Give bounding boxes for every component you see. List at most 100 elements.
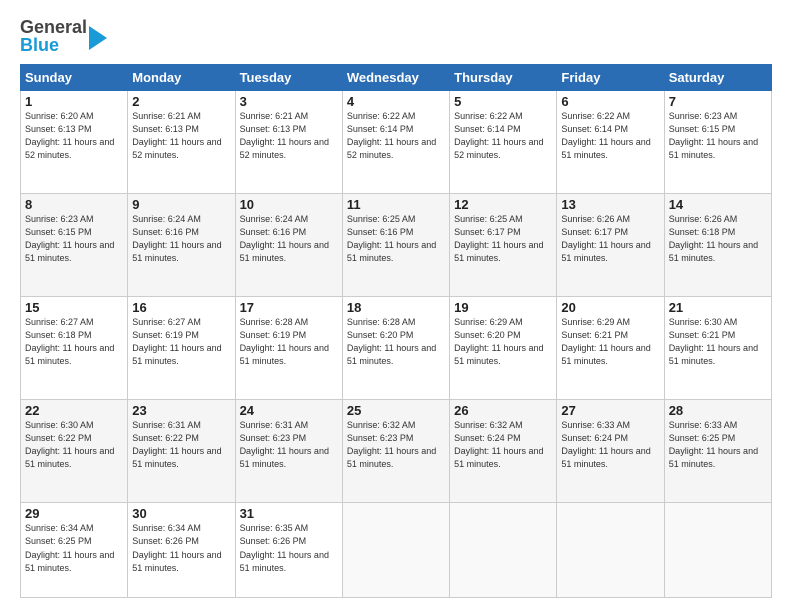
day-number: 9 (132, 197, 230, 212)
calendar-day-cell: 28Sunrise: 6:33 AM Sunset: 6:25 PM Dayli… (664, 400, 771, 503)
calendar-day-cell: 4Sunrise: 6:22 AM Sunset: 6:14 PM Daylig… (342, 91, 449, 194)
day-info: Sunrise: 6:34 AM Sunset: 6:25 PM Dayligh… (25, 522, 123, 574)
calendar-day-cell: 20Sunrise: 6:29 AM Sunset: 6:21 PM Dayli… (557, 297, 664, 400)
calendar-week-row: 29Sunrise: 6:34 AM Sunset: 6:25 PM Dayli… (21, 503, 772, 598)
day-info: Sunrise: 6:25 AM Sunset: 6:16 PM Dayligh… (347, 213, 445, 265)
day-info: Sunrise: 6:28 AM Sunset: 6:20 PM Dayligh… (347, 316, 445, 368)
calendar-day-cell: 29Sunrise: 6:34 AM Sunset: 6:25 PM Dayli… (21, 503, 128, 598)
logo-general-text: General (20, 18, 87, 36)
day-info: Sunrise: 6:22 AM Sunset: 6:14 PM Dayligh… (561, 110, 659, 162)
day-info: Sunrise: 6:25 AM Sunset: 6:17 PM Dayligh… (454, 213, 552, 265)
calendar-week-row: 22Sunrise: 6:30 AM Sunset: 6:22 PM Dayli… (21, 400, 772, 503)
day-number: 31 (240, 506, 338, 521)
day-number: 15 (25, 300, 123, 315)
calendar-day-cell (557, 503, 664, 598)
calendar-header-thursday: Thursday (450, 65, 557, 91)
day-number: 1 (25, 94, 123, 109)
day-info: Sunrise: 6:20 AM Sunset: 6:13 PM Dayligh… (25, 110, 123, 162)
day-info: Sunrise: 6:24 AM Sunset: 6:16 PM Dayligh… (240, 213, 338, 265)
day-number: 19 (454, 300, 552, 315)
calendar-day-cell: 6Sunrise: 6:22 AM Sunset: 6:14 PM Daylig… (557, 91, 664, 194)
calendar-day-cell: 14Sunrise: 6:26 AM Sunset: 6:18 PM Dayli… (664, 194, 771, 297)
day-number: 23 (132, 403, 230, 418)
calendar-day-cell (342, 503, 449, 598)
calendar-week-row: 1Sunrise: 6:20 AM Sunset: 6:13 PM Daylig… (21, 91, 772, 194)
day-info: Sunrise: 6:29 AM Sunset: 6:20 PM Dayligh… (454, 316, 552, 368)
day-number: 2 (132, 94, 230, 109)
calendar-day-cell: 31Sunrise: 6:35 AM Sunset: 6:26 PM Dayli… (235, 503, 342, 598)
logo: General Blue (20, 18, 107, 54)
day-number: 11 (347, 197, 445, 212)
calendar-day-cell: 11Sunrise: 6:25 AM Sunset: 6:16 PM Dayli… (342, 194, 449, 297)
day-info: Sunrise: 6:30 AM Sunset: 6:22 PM Dayligh… (25, 419, 123, 471)
day-info: Sunrise: 6:31 AM Sunset: 6:22 PM Dayligh… (132, 419, 230, 471)
calendar-header-wednesday: Wednesday (342, 65, 449, 91)
day-number: 30 (132, 506, 230, 521)
day-number: 20 (561, 300, 659, 315)
calendar-day-cell: 26Sunrise: 6:32 AM Sunset: 6:24 PM Dayli… (450, 400, 557, 503)
day-number: 10 (240, 197, 338, 212)
calendar-header-friday: Friday (557, 65, 664, 91)
day-number: 13 (561, 197, 659, 212)
calendar-day-cell: 10Sunrise: 6:24 AM Sunset: 6:16 PM Dayli… (235, 194, 342, 297)
calendar-body: 1Sunrise: 6:20 AM Sunset: 6:13 PM Daylig… (21, 91, 772, 598)
calendar-header-monday: Monday (128, 65, 235, 91)
day-number: 28 (669, 403, 767, 418)
day-info: Sunrise: 6:32 AM Sunset: 6:24 PM Dayligh… (454, 419, 552, 471)
day-info: Sunrise: 6:29 AM Sunset: 6:21 PM Dayligh… (561, 316, 659, 368)
calendar-day-cell: 15Sunrise: 6:27 AM Sunset: 6:18 PM Dayli… (21, 297, 128, 400)
calendar-day-cell: 18Sunrise: 6:28 AM Sunset: 6:20 PM Dayli… (342, 297, 449, 400)
calendar-day-cell: 3Sunrise: 6:21 AM Sunset: 6:13 PM Daylig… (235, 91, 342, 194)
calendar-day-cell: 22Sunrise: 6:30 AM Sunset: 6:22 PM Dayli… (21, 400, 128, 503)
day-info: Sunrise: 6:35 AM Sunset: 6:26 PM Dayligh… (240, 522, 338, 574)
day-number: 12 (454, 197, 552, 212)
day-number: 27 (561, 403, 659, 418)
day-info: Sunrise: 6:23 AM Sunset: 6:15 PM Dayligh… (669, 110, 767, 162)
day-info: Sunrise: 6:27 AM Sunset: 6:18 PM Dayligh… (25, 316, 123, 368)
day-number: 8 (25, 197, 123, 212)
calendar-table: SundayMondayTuesdayWednesdayThursdayFrid… (20, 64, 772, 598)
header: General Blue (20, 18, 772, 54)
day-number: 5 (454, 94, 552, 109)
day-number: 7 (669, 94, 767, 109)
day-number: 6 (561, 94, 659, 109)
calendar-day-cell: 9Sunrise: 6:24 AM Sunset: 6:16 PM Daylig… (128, 194, 235, 297)
day-info: Sunrise: 6:33 AM Sunset: 6:25 PM Dayligh… (669, 419, 767, 471)
calendar-header-row: SundayMondayTuesdayWednesdayThursdayFrid… (21, 65, 772, 91)
calendar-day-cell: 23Sunrise: 6:31 AM Sunset: 6:22 PM Dayli… (128, 400, 235, 503)
day-number: 18 (347, 300, 445, 315)
calendar-day-cell: 17Sunrise: 6:28 AM Sunset: 6:19 PM Dayli… (235, 297, 342, 400)
calendar-day-cell: 24Sunrise: 6:31 AM Sunset: 6:23 PM Dayli… (235, 400, 342, 503)
day-info: Sunrise: 6:21 AM Sunset: 6:13 PM Dayligh… (240, 110, 338, 162)
logo-chevron-icon (89, 26, 107, 50)
calendar-day-cell (450, 503, 557, 598)
day-number: 3 (240, 94, 338, 109)
calendar-day-cell: 5Sunrise: 6:22 AM Sunset: 6:14 PM Daylig… (450, 91, 557, 194)
page: General Blue SundayMondayTuesdayWednesda… (0, 0, 792, 612)
day-info: Sunrise: 6:30 AM Sunset: 6:21 PM Dayligh… (669, 316, 767, 368)
day-info: Sunrise: 6:31 AM Sunset: 6:23 PM Dayligh… (240, 419, 338, 471)
day-info: Sunrise: 6:33 AM Sunset: 6:24 PM Dayligh… (561, 419, 659, 471)
day-info: Sunrise: 6:24 AM Sunset: 6:16 PM Dayligh… (132, 213, 230, 265)
calendar-header-tuesday: Tuesday (235, 65, 342, 91)
day-number: 16 (132, 300, 230, 315)
day-number: 26 (454, 403, 552, 418)
calendar-day-cell: 19Sunrise: 6:29 AM Sunset: 6:20 PM Dayli… (450, 297, 557, 400)
calendar-week-row: 15Sunrise: 6:27 AM Sunset: 6:18 PM Dayli… (21, 297, 772, 400)
day-info: Sunrise: 6:23 AM Sunset: 6:15 PM Dayligh… (25, 213, 123, 265)
day-info: Sunrise: 6:26 AM Sunset: 6:17 PM Dayligh… (561, 213, 659, 265)
calendar-day-cell: 7Sunrise: 6:23 AM Sunset: 6:15 PM Daylig… (664, 91, 771, 194)
day-number: 24 (240, 403, 338, 418)
day-number: 25 (347, 403, 445, 418)
calendar-day-cell: 25Sunrise: 6:32 AM Sunset: 6:23 PM Dayli… (342, 400, 449, 503)
day-number: 22 (25, 403, 123, 418)
day-info: Sunrise: 6:26 AM Sunset: 6:18 PM Dayligh… (669, 213, 767, 265)
day-number: 4 (347, 94, 445, 109)
calendar-day-cell: 12Sunrise: 6:25 AM Sunset: 6:17 PM Dayli… (450, 194, 557, 297)
day-number: 21 (669, 300, 767, 315)
logo-blue-text: Blue (20, 36, 87, 54)
calendar-day-cell: 8Sunrise: 6:23 AM Sunset: 6:15 PM Daylig… (21, 194, 128, 297)
day-info: Sunrise: 6:27 AM Sunset: 6:19 PM Dayligh… (132, 316, 230, 368)
calendar-day-cell: 16Sunrise: 6:27 AM Sunset: 6:19 PM Dayli… (128, 297, 235, 400)
day-info: Sunrise: 6:34 AM Sunset: 6:26 PM Dayligh… (132, 522, 230, 574)
